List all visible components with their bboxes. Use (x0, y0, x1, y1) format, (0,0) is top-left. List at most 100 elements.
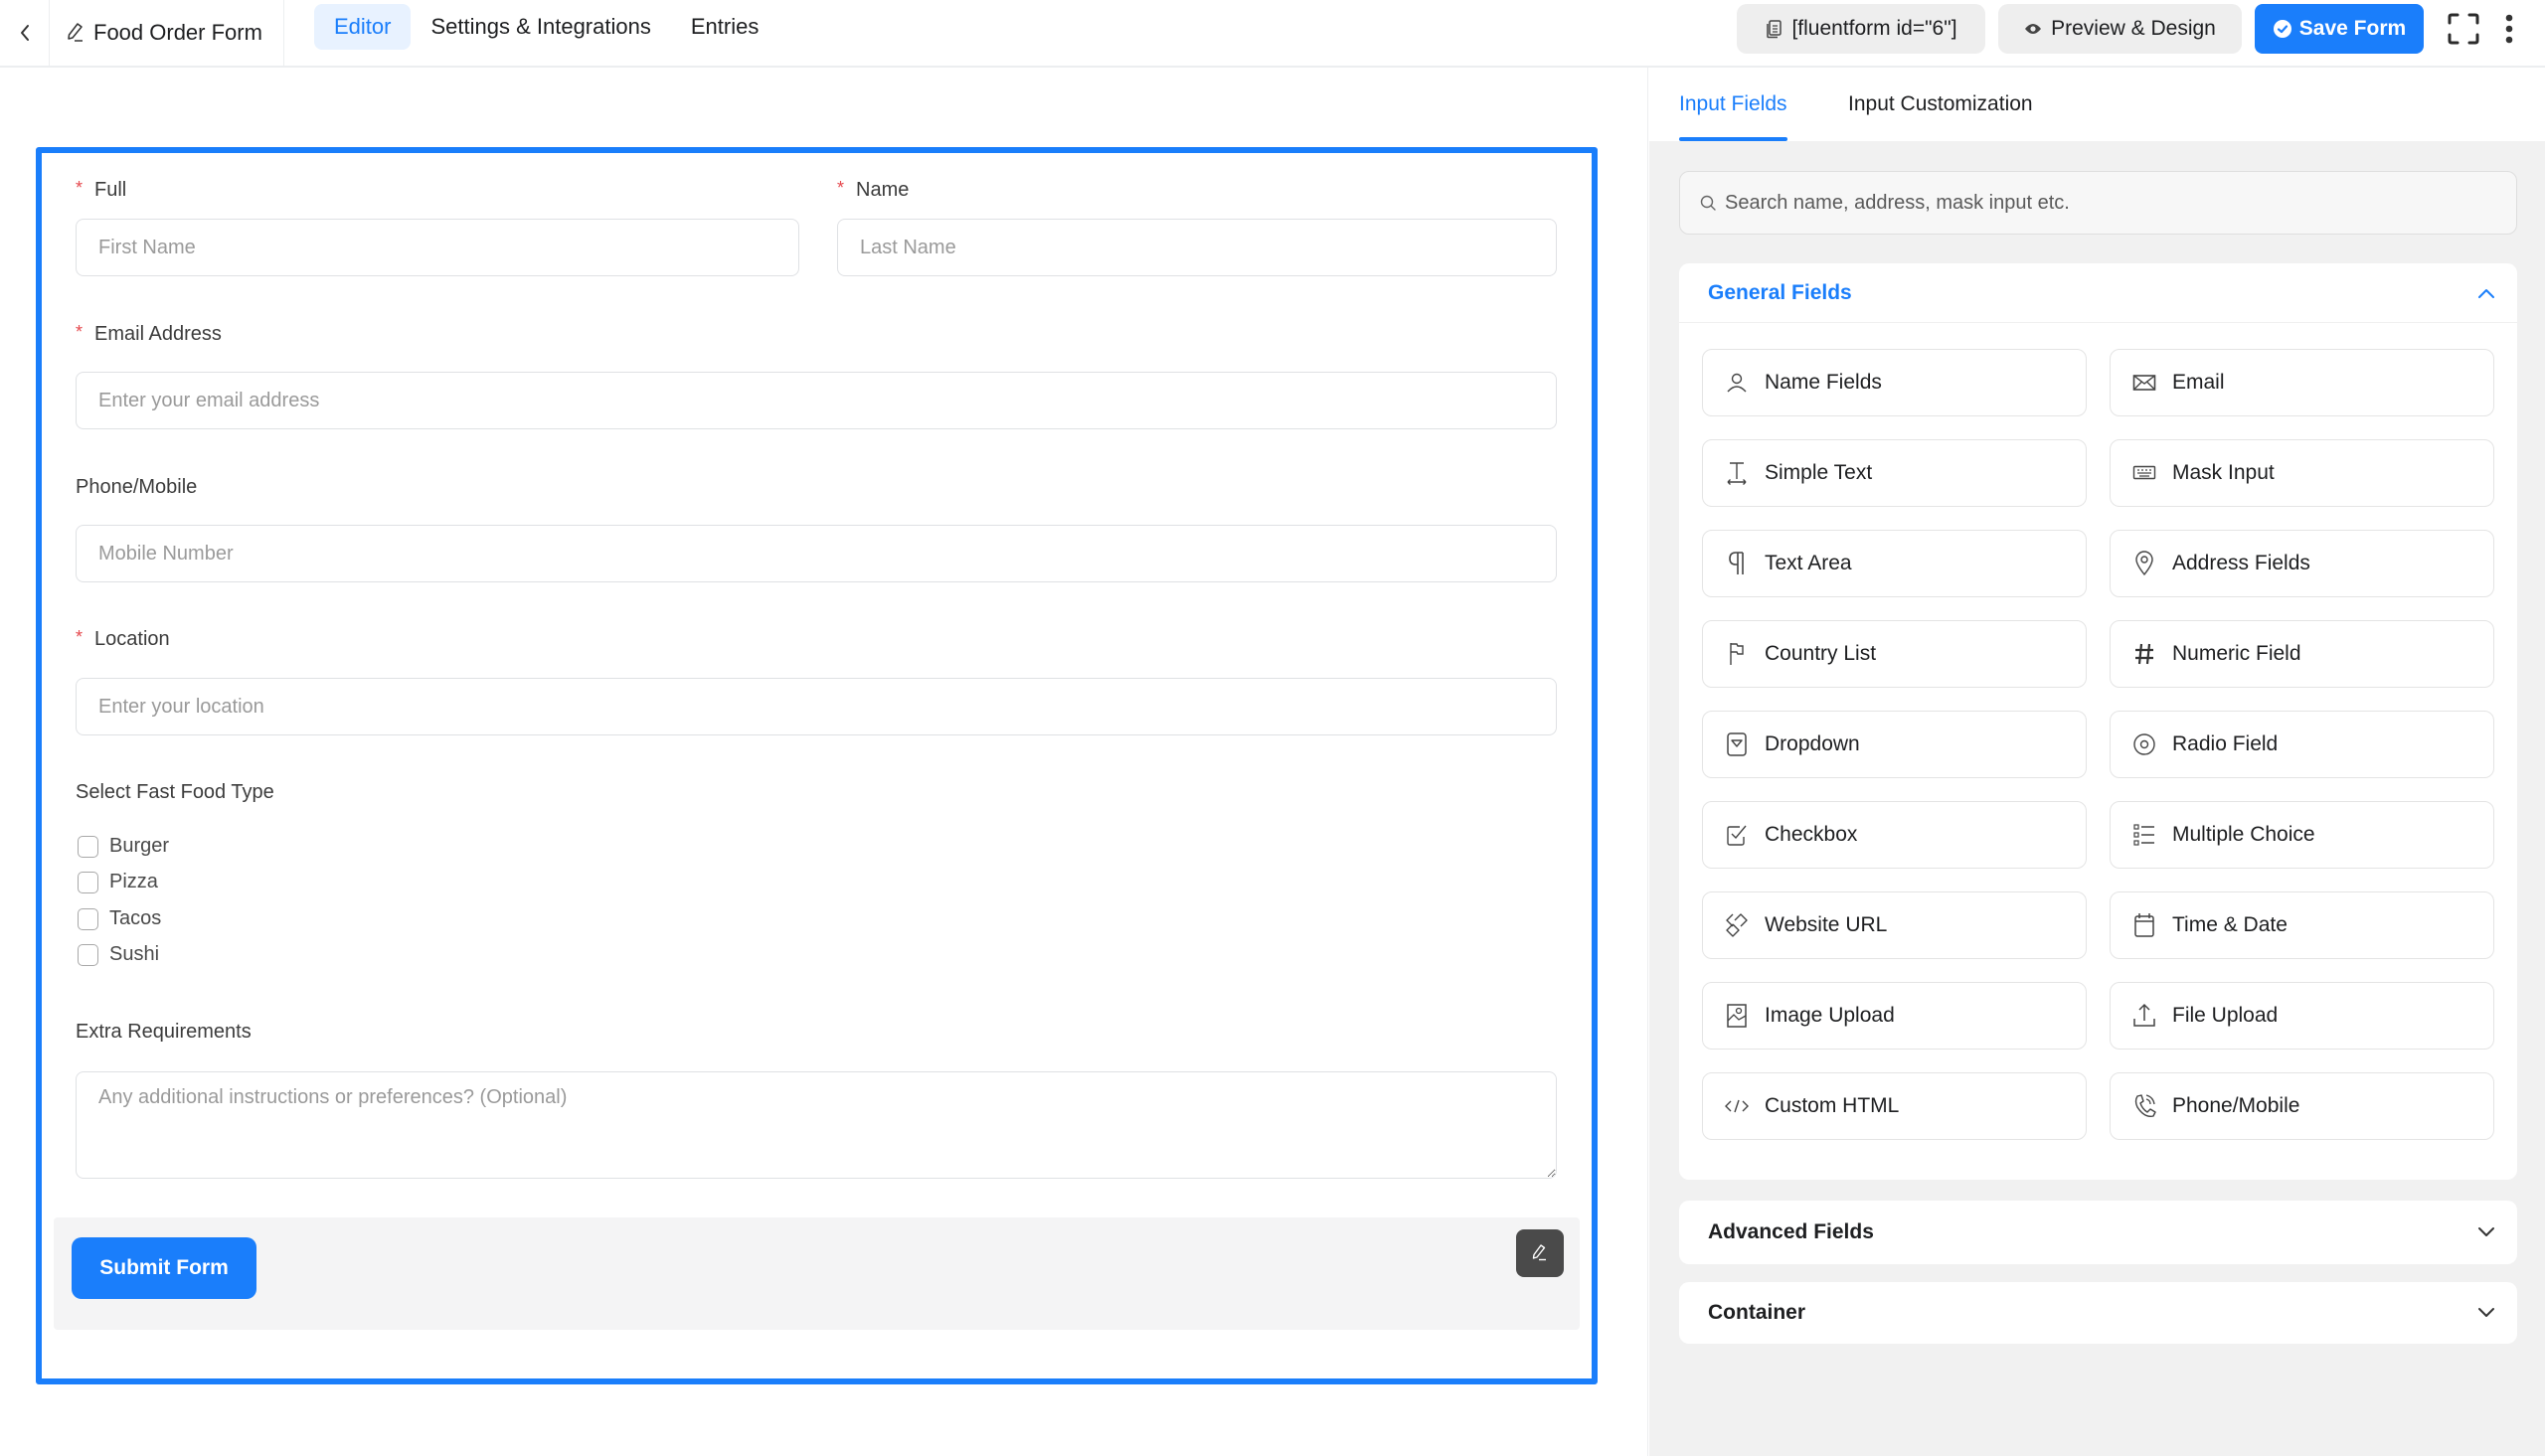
field-time-date[interactable]: Time & Date (2110, 891, 2494, 959)
email-input[interactable] (76, 372, 1557, 429)
extra-label-text: Extra Requirements (76, 1021, 252, 1043)
submit-area: Submit Form (54, 1217, 1580, 1330)
food-option-pizza[interactable]: Pizza (78, 871, 158, 893)
pencil-icon (68, 23, 83, 42)
preview-design-button[interactable]: Preview & Design (1998, 4, 2242, 54)
tab-settings-integrations[interactable]: Settings & Integrations (411, 4, 670, 50)
container-panel: Container (1679, 1282, 2517, 1344)
general-fields-header[interactable]: General Fields (1679, 263, 2517, 323)
advanced-fields-title: Advanced Fields (1708, 1220, 1874, 1243)
check-circle-icon (2273, 20, 2291, 38)
field-search-input[interactable] (1725, 191, 2500, 215)
field-label: Phone/Mobile (2172, 1094, 2300, 1117)
field-label: Simple Text (1765, 461, 1873, 484)
field-name-fields[interactable]: Name Fields (1702, 349, 2087, 416)
back-button[interactable] (0, 0, 50, 66)
fields-sidebar: Input Fields Input Customization General… (1649, 68, 2545, 1456)
checkbox[interactable] (78, 835, 98, 858)
location-label-text: Location (94, 628, 170, 650)
radio-icon (2131, 731, 2157, 757)
field-website-url[interactable]: Website URL (1702, 891, 2087, 959)
form-title-text: Food Order Form (93, 20, 262, 45)
paragraph-icon (1724, 551, 1750, 576)
submit-form-button[interactable]: Submit Form (72, 1237, 256, 1299)
location-input[interactable] (76, 678, 1557, 735)
field-label: Custom HTML (1765, 1094, 1900, 1117)
save-form-button[interactable]: Save Form (2255, 4, 2424, 54)
required-marker: * (837, 178, 845, 198)
field-label: Checkbox (1765, 823, 1858, 846)
link-icon (1724, 912, 1750, 938)
field-email[interactable]: Email (2110, 349, 2494, 416)
container-header[interactable]: Container (1679, 1282, 2517, 1344)
code-icon (1724, 1093, 1750, 1119)
food-option-burger[interactable]: Burger (78, 835, 169, 858)
chevron-down-icon (2478, 1308, 2494, 1317)
field-label: Address Fields (2172, 552, 2310, 574)
field-phone-mobile[interactable]: Phone/Mobile (2110, 1072, 2494, 1140)
field-text-area[interactable]: Text Area (1702, 530, 2087, 597)
tab-input-customization[interactable]: Input Customization (1848, 68, 2033, 141)
option-label: Tacos (109, 907, 162, 929)
field-image-upload[interactable]: Image Upload (1702, 982, 2087, 1050)
field-custom-html[interactable]: Custom HTML (1702, 1072, 2087, 1140)
food-option-sushi[interactable]: Sushi (78, 943, 159, 966)
container-title: Container (1708, 1301, 1806, 1324)
food-option-tacos[interactable]: Tacos (78, 907, 161, 930)
field-radio-field[interactable]: Radio Field (2110, 711, 2494, 778)
phone-input[interactable] (76, 525, 1557, 582)
search-icon (1700, 195, 1716, 211)
field-label: Country List (1765, 642, 1877, 665)
general-fields-title: General Fields (1708, 280, 1852, 304)
tab-input-fields[interactable]: Input Fields (1679, 68, 1787, 141)
fullscreen-button[interactable] (2444, 4, 2483, 54)
map-pin-icon (2131, 551, 2157, 576)
edit-submit-button[interactable] (1516, 1229, 1564, 1277)
field-label: Dropdown (1765, 732, 1860, 755)
general-fields-grid: Name Fields Email Simple Text Mask Input… (1702, 349, 2494, 1140)
pencil-icon (1532, 1244, 1546, 1261)
general-fields-panel: General Fields Name Fields Email Simple … (1679, 263, 2517, 1180)
top-bar: Food Order Form Editor Settings & Integr… (0, 0, 2545, 68)
email-label: * Email Address (76, 322, 222, 346)
user-icon (1724, 370, 1750, 396)
field-multiple-choice[interactable]: Multiple Choice (2110, 801, 2494, 869)
field-file-upload[interactable]: File Upload (2110, 982, 2494, 1050)
field-numeric-field[interactable]: Numeric Field (2110, 620, 2494, 688)
first-name-input[interactable] (76, 219, 799, 276)
kebab-menu-icon (2505, 14, 2513, 44)
field-dropdown[interactable]: Dropdown (1702, 711, 2087, 778)
field-simple-text[interactable]: Simple Text (1702, 439, 2087, 507)
more-options-button[interactable] (2489, 4, 2529, 54)
field-checkbox[interactable]: Checkbox (1702, 801, 2087, 869)
save-label: Save Form (2298, 17, 2407, 40)
field-label: File Upload (2172, 1004, 2279, 1027)
checkbox[interactable] (78, 907, 98, 930)
option-label: Sushi (109, 943, 160, 965)
checkbox[interactable] (78, 871, 98, 893)
field-country-list[interactable]: Country List (1702, 620, 2087, 688)
field-search[interactable] (1679, 171, 2517, 235)
name-label-text: Name (856, 179, 910, 201)
field-label: Text Area (1765, 552, 1852, 574)
email-label-text: Email Address (94, 323, 222, 345)
field-label: Website URL (1765, 913, 1888, 936)
advanced-fields-header[interactable]: Advanced Fields (1679, 1201, 2517, 1264)
chevron-up-icon (2478, 288, 2494, 298)
field-label: Numeric Field (2172, 642, 2301, 665)
extra-requirements-textarea[interactable] (76, 1071, 1557, 1179)
main-tabs: Editor Settings & Integrations Entries (314, 4, 778, 50)
tab-entries[interactable]: Entries (671, 4, 778, 50)
form-title: Food Order Form (51, 0, 284, 66)
copy-shortcode-button[interactable]: [fluentform id="6"] (1737, 4, 1985, 54)
phone-label: Phone/Mobile (76, 476, 197, 499)
field-address-fields[interactable]: Address Fields (2110, 530, 2494, 597)
tab-editor[interactable]: Editor (314, 4, 412, 50)
extra-requirements-label: Extra Requirements (76, 1021, 252, 1044)
checkbox-icon (1724, 822, 1750, 848)
top-actions: [fluentform id="6"] Preview & Design Sav… (1737, 4, 2545, 54)
option-label: Burger (109, 835, 170, 857)
field-mask-input[interactable]: Mask Input (2110, 439, 2494, 507)
checkbox[interactable] (78, 943, 98, 966)
last-name-input[interactable] (837, 219, 1557, 276)
